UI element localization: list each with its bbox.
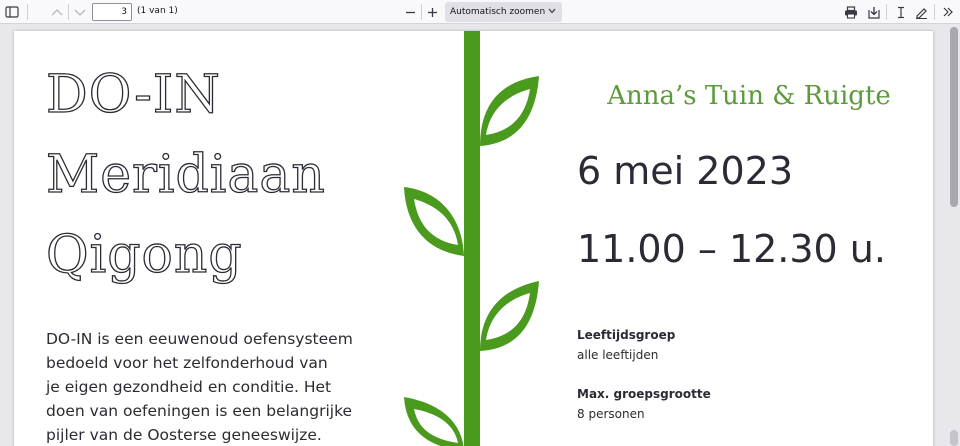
intro-line: je eigen gezondheid en conditie. Het bbox=[46, 378, 332, 396]
toolbar-separator bbox=[27, 4, 28, 20]
vine-illustration bbox=[404, 31, 539, 446]
title-line: DO-IN bbox=[45, 64, 221, 125]
more-tools-icon[interactable] bbox=[938, 2, 958, 22]
toolbar-separator bbox=[886, 4, 887, 20]
text-tool-icon[interactable] bbox=[891, 2, 911, 22]
page-count-label: (1 van 1) bbox=[137, 6, 178, 16]
print-icon[interactable] bbox=[841, 2, 861, 22]
event-date: 6 mei 2023 bbox=[577, 149, 793, 193]
poster-title: DO-IN Meridiaan Qigong bbox=[45, 55, 326, 295]
detail-value-age-group: alle leeftijden bbox=[577, 348, 659, 362]
vine-stem bbox=[464, 31, 480, 446]
event-time: 11.00 – 12.30 u. bbox=[577, 227, 886, 271]
title-line: Meridiaan bbox=[45, 144, 326, 205]
zoom-select-label: Automatisch zoomen bbox=[450, 7, 546, 17]
zoom-out-icon[interactable] bbox=[400, 2, 420, 22]
intro-line: bedoeld voor het zelfonderhoud van bbox=[46, 354, 328, 372]
pdf-page: DO-IN Meridiaan Qigong DO-IN is een eeuw… bbox=[14, 31, 933, 446]
intro-paragraph: DO-IN is een eeuwenoud oefensysteem bedo… bbox=[46, 327, 386, 446]
zoom-in-icon[interactable] bbox=[422, 2, 442, 22]
intro-line: doen van oefeningen is een belangrijke bbox=[46, 402, 353, 420]
scrollbar-thumb[interactable] bbox=[950, 27, 958, 207]
draw-pen-icon[interactable] bbox=[911, 2, 931, 22]
detail-label-group-size: Max. groepsgrootte bbox=[577, 387, 711, 401]
organizer-name: Anna’s Tuin & Ruigte bbox=[607, 81, 891, 111]
toolbar-separator bbox=[68, 4, 69, 20]
chevron-down-icon bbox=[548, 8, 556, 14]
pdf-toolbar: (1 van 1) Automatisch zoomen bbox=[0, 0, 960, 24]
intro-line: pijler van de Oosterse geneeswijze. bbox=[46, 426, 322, 444]
detail-value-group-size: 8 personen bbox=[577, 407, 645, 421]
scrollbar-thumb-lower[interactable] bbox=[950, 430, 958, 446]
detail-label-age-group: Leeftijdsgroep bbox=[577, 328, 676, 342]
sidebar-toggle-icon[interactable] bbox=[2, 2, 22, 22]
toolbar-separator bbox=[934, 4, 935, 20]
save-download-icon[interactable] bbox=[864, 2, 884, 22]
next-page-icon[interactable] bbox=[70, 2, 90, 22]
intro-line: DO-IN is een eeuwenoud oefensysteem bbox=[46, 330, 353, 348]
previous-page-icon[interactable] bbox=[47, 2, 67, 22]
zoom-select[interactable]: Automatisch zoomen bbox=[445, 2, 562, 22]
page-number-input[interactable] bbox=[92, 3, 132, 21]
title-line: Qigong bbox=[45, 224, 243, 285]
